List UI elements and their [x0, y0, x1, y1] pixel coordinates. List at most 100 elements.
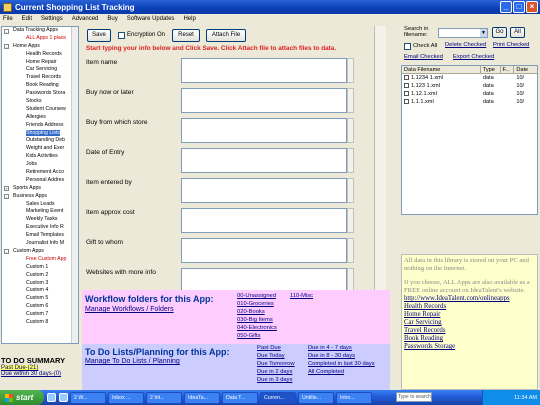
info-link[interactable]: Home Repair	[402, 311, 537, 319]
export-checked-link[interactable]: Export Checked	[453, 54, 494, 60]
info-link[interactable]: Book Reading	[402, 335, 537, 343]
file-row[interactable]: 1.1.1.xml data 10/	[402, 98, 537, 106]
todo-list-link[interactable]: Past Due	[257, 345, 281, 351]
todo-list-link[interactable]: Completed in last 30 days	[308, 361, 375, 367]
tree-item[interactable]: Sales Leads	[2, 201, 78, 209]
tree-item[interactable]: Weekly Tasks	[2, 216, 78, 224]
field-scrollbar[interactable]	[347, 238, 354, 263]
tree-item[interactable]: - Custom Apps	[2, 248, 78, 256]
tree-item[interactable]: Shopping Lists	[2, 129, 78, 138]
tree-item[interactable]: Custom 7	[2, 311, 78, 319]
tree-item[interactable]: Custom 1	[2, 264, 78, 272]
minimize-button[interactable]: _	[500, 1, 512, 13]
start-button[interactable]: start	[0, 390, 44, 405]
print-checked-link[interactable]: Print Checked	[493, 42, 529, 48]
info-link[interactable]: Travel Records	[402, 327, 537, 335]
file-row[interactable]: 1.123 1.xml data 10/	[402, 82, 537, 90]
delete-checked-link[interactable]: Delete Checked	[445, 42, 486, 48]
collapse-icon[interactable]: -	[4, 249, 9, 255]
todo-list-link[interactable]: All Completed	[308, 369, 344, 375]
tree-item[interactable]: Car Servicing	[2, 66, 78, 74]
tree-item[interactable]: Weight and Exer	[2, 145, 78, 153]
folder-link[interactable]: 050-Gifts	[237, 333, 261, 339]
all-button[interactable]: All	[510, 27, 525, 38]
folder-link[interactable]: 110-Misc	[290, 293, 313, 299]
field-textarea[interactable]	[181, 58, 347, 83]
field-scrollbar[interactable]	[347, 148, 354, 173]
collapse-icon[interactable]: -	[4, 194, 9, 200]
tree-item[interactable]: - Home Apps	[2, 43, 78, 51]
folder-link[interactable]: 030-Big Items	[237, 317, 273, 323]
file-row[interactable]: 1.1234 1.xml data 10/	[402, 74, 537, 82]
reset-button[interactable]: Reset	[172, 29, 200, 42]
quick-launch-icon[interactable]	[59, 393, 68, 402]
maximize-button[interactable]: □	[513, 1, 525, 13]
field-scrollbar[interactable]	[347, 208, 354, 233]
tree-item[interactable]: Health Records	[2, 51, 78, 59]
column-header[interactable]: F...	[501, 66, 515, 73]
taskbar-button[interactable]: Curren...	[260, 391, 296, 404]
app-tree[interactable]: - Data Tracking Apps ALL Apps 1 place - Home…	[1, 26, 79, 344]
todo-list-link[interactable]: Due in 8 - 30 days	[308, 353, 355, 359]
field-scrollbar[interactable]	[347, 118, 354, 143]
tree-item[interactable]: Custom 4	[2, 287, 78, 295]
expand-icon[interactable]: +	[4, 186, 9, 192]
tree-item[interactable]: - Business Apps	[2, 193, 78, 201]
field-textarea[interactable]	[181, 88, 347, 113]
tree-item[interactable]: Stocks	[2, 98, 78, 106]
tree-item[interactable]: Custom 5	[2, 295, 78, 303]
form-scrollbar[interactable]	[374, 26, 386, 290]
todo-list-link[interactable]: Due Today	[257, 353, 285, 359]
todo-list-link[interactable]: Due in 4 - 7 days	[308, 345, 352, 351]
tree-scrollbar[interactable]	[71, 27, 78, 343]
tree-item[interactable]: Home Repair	[2, 59, 78, 67]
due-within-link[interactable]: Due within 30 days-(0)	[1, 371, 79, 377]
tree-item[interactable]: Executive Info R	[2, 224, 78, 232]
tree-item[interactable]: Email Templates	[2, 232, 78, 240]
tree-item[interactable]: - Data Tracking Apps	[2, 27, 78, 35]
tree-item[interactable]: Personal Addres	[2, 177, 78, 185]
field-textarea[interactable]	[181, 178, 347, 203]
attach-file-button[interactable]: Attach File	[206, 29, 246, 42]
tree-item[interactable]: Student Coursew	[2, 106, 78, 114]
tree-item[interactable]: Custom 3	[2, 280, 78, 288]
tree-item[interactable]: Free Custom App	[2, 256, 78, 264]
collapse-icon[interactable]: -	[4, 44, 9, 50]
taskbar-button[interactable]: 2 W...	[70, 391, 106, 404]
tree-item[interactable]: Travel Records	[2, 74, 78, 82]
taskbar-button[interactable]: Intro...	[336, 391, 372, 404]
info-link[interactable]: Health Records	[402, 303, 537, 311]
file-checkbox[interactable]	[404, 83, 409, 89]
info-link[interactable]: Passwords Storage	[402, 343, 537, 351]
tree-item[interactable]: Kids Activities	[2, 153, 78, 161]
taskbar-button[interactable]: IdeaTa...	[184, 391, 220, 404]
email-checked-link[interactable]: Email Checked	[404, 54, 443, 60]
field-textarea[interactable]	[181, 208, 347, 233]
field-scrollbar[interactable]	[347, 58, 354, 83]
tree-item[interactable]: Custom 2	[2, 272, 78, 280]
field-scrollbar[interactable]	[347, 88, 354, 113]
folder-link[interactable]: 040-Electronics	[237, 325, 277, 331]
menu-help[interactable]: Help	[183, 16, 195, 22]
quick-launch-icon[interactable]	[47, 393, 56, 402]
tree-item[interactable]: ALL Apps 1 place	[2, 35, 78, 43]
menu-buy[interactable]: Buy	[107, 16, 117, 22]
folder-link[interactable]: 010-Groceries	[237, 301, 274, 307]
info-link[interactable]: Car Servicing	[402, 319, 537, 327]
file-checkbox[interactable]	[404, 99, 409, 105]
todo-list-link[interactable]: Due Tomorrow	[257, 361, 295, 367]
save-button[interactable]: Save	[87, 29, 111, 42]
folder-link[interactable]: 00-Unassigned	[237, 293, 276, 299]
file-row[interactable]: 1.12.1.xml data 10/	[402, 90, 537, 98]
todo-list-link[interactable]: Due in 3 days	[257, 377, 292, 383]
field-scrollbar[interactable]	[347, 178, 354, 203]
taskbar-button[interactable]: Inbox ...	[108, 391, 144, 404]
menu-software-updates[interactable]: Software Updates	[127, 16, 175, 22]
folder-link[interactable]: 020-Books	[237, 309, 265, 315]
file-checkbox[interactable]	[404, 91, 409, 97]
field-textarea[interactable]	[181, 238, 347, 263]
menu-advanced[interactable]: Advanced	[72, 16, 99, 22]
todo-list-link[interactable]: Due in 2 days	[257, 369, 292, 375]
manage-workflows-link[interactable]: Manage Workflows / Folders	[85, 306, 174, 313]
close-button[interactable]: ×	[526, 1, 538, 13]
